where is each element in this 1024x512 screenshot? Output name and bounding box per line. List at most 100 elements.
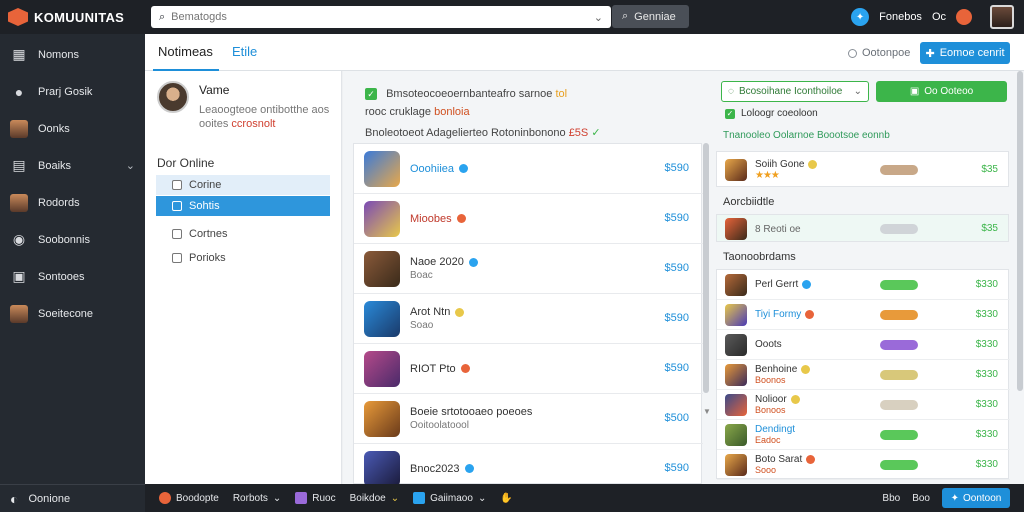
verified-badge-icon	[455, 307, 465, 317]
grid-icon: ▦	[12, 46, 26, 62]
game-row[interactable]: Naoe 2020 Boac $590	[354, 244, 703, 294]
bottom-item-3[interactable]: Boikdoe ⌄	[350, 493, 400, 504]
filter-option-2[interactable]: Cortnes	[156, 224, 330, 244]
category-select[interactable]: ◌ Bcosoihane Iconthoiloe ⌄	[721, 81, 869, 102]
status-pill	[880, 370, 918, 380]
checkbox[interactable]	[172, 229, 182, 239]
list-item[interactable]: Boto Sarat Sooo $330	[717, 450, 1010, 480]
primary-action-button[interactable]: ✚ Eomoe cenrit	[920, 42, 1010, 64]
filter-option-1[interactable]: Sohtis	[156, 196, 330, 216]
bird-icon[interactable]: ✦	[851, 8, 870, 26]
tab-etile[interactable]: Etile	[232, 44, 257, 59]
badge-icon	[802, 280, 812, 289]
game-name: Boeie srtotooaeo poeoes	[410, 406, 533, 418]
search-box[interactable]: ⌕ ⌄	[151, 6, 611, 28]
list-item[interactable]: 8 Reoti oe $35	[717, 215, 1010, 243]
list-item[interactable]: Soiih Gone ★★★ $35	[717, 152, 1010, 188]
game-row[interactable]: Boeie srtotooaeo poeoes Ooitoolatoool $500	[354, 394, 703, 444]
top-label-1[interactable]: Fonebos	[879, 11, 922, 23]
bottom-action-button[interactable]: ✦ Oontoon	[942, 488, 1010, 508]
chevron-down-icon: ⌄	[477, 492, 487, 504]
sidebar-item-label: Rodords	[38, 196, 80, 209]
status-pill	[880, 340, 918, 350]
avatar	[10, 304, 28, 323]
profile-avatar[interactable]	[157, 81, 189, 113]
status-pill	[880, 165, 918, 175]
avatar	[10, 193, 28, 212]
bottom-item-1[interactable]: Rorbots ⌄	[233, 493, 281, 504]
item-price: $330	[975, 339, 998, 350]
status-pill	[880, 224, 918, 234]
game-price: $500	[664, 412, 689, 424]
user-icon: ●	[14, 83, 24, 100]
list-item[interactable]: Perl Gerrt $330	[717, 270, 1010, 300]
check-icon: ✓	[591, 127, 601, 139]
badge-icon	[806, 455, 816, 464]
game-row[interactable]: Mioobes $590	[354, 194, 703, 244]
circle-icon: ◉	[12, 231, 26, 247]
sidebar-item-5[interactable]: ◉ Soobonnis	[0, 221, 145, 258]
bottom-item-5[interactable]: ✋	[500, 493, 512, 504]
bottom-item-0[interactable]: Boodopte	[159, 492, 219, 504]
game-price: $590	[664, 212, 689, 224]
flame-icon[interactable]	[956, 9, 972, 25]
sidebar-item-4[interactable]: Rodords	[0, 184, 145, 221]
search-button[interactable]: ⌕ Genniae	[612, 5, 689, 28]
status-dot-icon	[848, 48, 857, 58]
game-row[interactable]: Arot Ntn Soao $590	[354, 294, 703, 344]
list-item[interactable]: Ooots $330	[717, 330, 1010, 360]
sidebar-item-6[interactable]: ▣ Sontooes	[0, 258, 145, 295]
filter-option-0[interactable]: Corine	[156, 175, 330, 195]
game-row[interactable]: Ooohiiea $590	[354, 144, 703, 194]
top-label-2[interactable]: Oc	[932, 11, 946, 23]
sidebar-item-7[interactable]: Soeitecone	[0, 295, 145, 332]
sidebar-item-0[interactable]: ▦ Nomons	[0, 36, 145, 73]
scrollbar[interactable]	[703, 143, 709, 393]
people-icon: ◐	[10, 490, 19, 507]
sidebar-item-1[interactable]: ● Prarj Gosik	[0, 73, 145, 110]
sidebar-item-3[interactable]: ▤ Boaiks ⌄	[0, 147, 145, 184]
game-meta: Boac	[410, 270, 433, 281]
sidebar-bottom-item[interactable]: ◐ Oonione	[0, 484, 145, 512]
scrollbar[interactable]	[1017, 71, 1023, 391]
green-action-button[interactable]: ▣ Oo Ooteoo	[876, 81, 1007, 102]
item-price: $35	[981, 164, 998, 175]
chevron-down-icon[interactable]: ⌄	[126, 159, 135, 172]
sidebar-item-2[interactable]: Oonks	[0, 110, 145, 147]
item-meta: Bonoos	[755, 405, 786, 415]
search-button-label: Genniae	[634, 10, 676, 23]
scroll-down-icon[interactable]: ▼	[703, 407, 711, 416]
search-input[interactable]	[171, 11, 594, 23]
tab-notimeas[interactable]: Notimeas	[158, 44, 213, 59]
chevron-down-icon[interactable]: ⌄	[594, 11, 603, 24]
game-name: Arot Ntn	[410, 306, 451, 318]
check-icon: ✓	[725, 108, 735, 119]
bottom-label-a[interactable]: Bbo	[882, 493, 900, 504]
right-checkbox[interactable]: ✓ Loloogr coeoloon	[725, 108, 818, 119]
checkbox[interactable]	[172, 253, 182, 263]
game-thumbnail	[725, 423, 747, 446]
game-row[interactable]: RIOT Pto $590	[354, 344, 703, 394]
list-item[interactable]: Nolioor Bonoos $330	[717, 390, 1010, 420]
bottom-bar: Boodopte Rorbots ⌄ Ruoc Boikdoe ⌄ Gaiima…	[145, 484, 1024, 512]
checkbox[interactable]	[172, 201, 182, 211]
section-card: 8 Reoti oe $35	[716, 214, 1009, 242]
featured-card: Soiih Gone ★★★ $35	[716, 151, 1009, 187]
item-price: $330	[975, 459, 998, 470]
list-item[interactable]: Benhoine Boonos $330	[717, 360, 1010, 390]
bottom-label-b[interactable]: Boo	[912, 493, 930, 504]
info-icon: ◌	[728, 86, 734, 97]
list-item[interactable]: Tiyi Formy $330	[717, 300, 1010, 330]
checkbox[interactable]	[172, 180, 182, 190]
game-thumbnail	[364, 250, 400, 287]
bottom-item-4[interactable]: Gaiimaoo ⌄	[413, 492, 486, 504]
profile-name: Vame	[199, 83, 230, 97]
user-avatar[interactable]	[990, 5, 1014, 29]
bottom-item-2[interactable]: Ruoc	[295, 492, 336, 504]
item-price: $330	[975, 309, 998, 320]
filter-option-3[interactable]: Porioks	[156, 248, 330, 268]
sidebar-item-label: Nomons	[38, 48, 79, 61]
app-logo[interactable]: KOMUUNITAS	[0, 8, 145, 26]
list-item[interactable]: Dendingt Eadoc $330	[717, 420, 1010, 450]
chevron-down-icon: ⌄	[390, 492, 400, 504]
